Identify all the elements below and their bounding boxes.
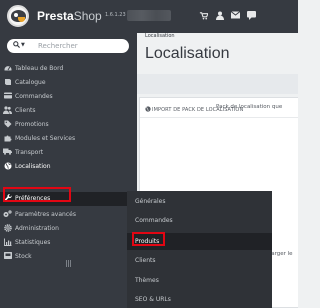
submenu-item-orders[interactable]: Commandes <box>127 212 272 229</box>
sidebar-item-shipping[interactable]: Transport <box>0 146 137 160</box>
speedometer-icon <box>3 64 12 73</box>
tag-icon <box>3 120 12 129</box>
brand-name[interactable]: PrestaShop <box>37 9 102 23</box>
puzzle-icon <box>3 134 12 143</box>
version-label: 1.6.1.23 <box>105 12 126 18</box>
search-input[interactable]: ▼ Rechercher <box>7 39 129 53</box>
breadcrumb[interactable]: Localisation <box>145 33 175 39</box>
comment-icon[interactable] <box>247 11 256 23</box>
sidebar-item-catalog[interactable]: Catalogue <box>0 76 137 90</box>
shop-name-blurred[interactable] <box>127 10 171 21</box>
sidebar-item-customers[interactable]: Clients <box>0 104 137 118</box>
truck-icon <box>3 148 12 157</box>
toolbar-area <box>137 74 298 94</box>
search-icon[interactable] <box>13 41 20 50</box>
book-icon <box>3 78 12 87</box>
sidebar-collapse-handle[interactable] <box>66 260 72 267</box>
sidebar-item-orders[interactable]: Commandes <box>0 90 137 104</box>
highlight-box-preferences <box>3 187 71 202</box>
sidebar-item-statistics[interactable]: Statistiques <box>0 236 137 250</box>
submenu-item-seo-urls[interactable]: SEO & URLs <box>127 291 272 308</box>
submenu-item-themes[interactable]: Thèmes <box>127 272 272 289</box>
bar-chart-icon <box>3 238 12 247</box>
page-title: Localisation <box>145 45 230 62</box>
panel-divider <box>140 117 298 118</box>
cogs-icon <box>3 210 12 219</box>
top-header-bar: PrestaShop 1.6.1.23 <box>0 0 298 33</box>
search-placeholder: Rechercher <box>38 42 78 50</box>
preferences-submenu: Générales Commandes Produits Clients Thè… <box>127 191 272 308</box>
pack-label: Pack de localisation que <box>216 104 283 110</box>
sidebar-item-localization[interactable]: Localisation <box>0 160 137 174</box>
credit-card-icon <box>3 92 12 101</box>
sidebar-item-advanced-parameters[interactable]: Paramètres avancés <box>0 208 137 222</box>
globe-icon <box>3 162 12 171</box>
users-icon <box>3 106 12 115</box>
sidebar-item-modules[interactable]: Modules et Services <box>0 132 137 146</box>
inbox-icon <box>3 252 12 261</box>
envelope-icon[interactable] <box>230 11 241 22</box>
sidebar-item-administration[interactable]: Administration <box>0 222 137 236</box>
submenu-item-customers[interactable]: Clients <box>127 252 272 269</box>
shopping-cart-icon[interactable] <box>199 11 209 23</box>
gear-icon <box>3 224 12 233</box>
sidebar-item-dashboard[interactable]: Tableau de Bord <box>0 62 137 76</box>
highlight-box-products <box>132 232 165 246</box>
prestashop-logo-icon[interactable] <box>7 5 29 27</box>
globe-icon <box>145 106 151 114</box>
sidebar-item-promotions[interactable]: Promotions <box>0 118 137 132</box>
chevron-down-icon[interactable]: ▼ <box>21 42 25 48</box>
user-icon[interactable] <box>216 11 224 23</box>
submenu-item-general[interactable]: Générales <box>127 193 272 210</box>
